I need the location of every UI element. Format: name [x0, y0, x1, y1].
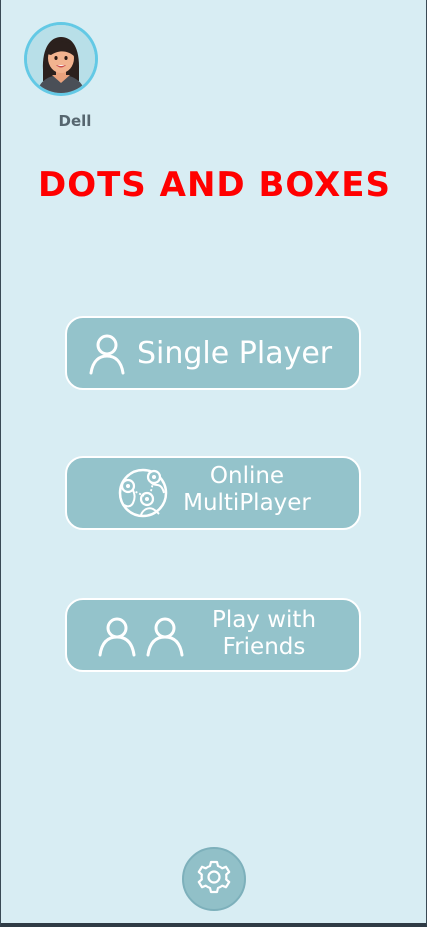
online-label-line1: Online	[209, 463, 285, 489]
single-player-label: Single Player	[137, 336, 333, 371]
play-with-friends-button[interactable]: Play with Friends	[65, 598, 361, 672]
two-people-icon	[95, 600, 191, 670]
online-multiplayer-button[interactable]: Online MultiPlayer	[65, 456, 361, 530]
gear-icon	[195, 858, 233, 900]
online-label-line2: MultiPlayer	[183, 490, 311, 517]
play-with-friends-label: Play with Friends	[201, 607, 327, 661]
username: Dell	[58, 112, 92, 130]
single-player-button[interactable]: Single Player	[65, 316, 361, 390]
globe-network-icon	[115, 458, 171, 528]
online-multiplayer-label: Online MultiPlayer	[177, 463, 317, 517]
game-title: DOTS AND BOXES	[37, 165, 391, 205]
game-screen: Dell DOTS AND BOXES Single Player Online…	[0, 0, 427, 927]
settings-button[interactable]	[182, 847, 246, 911]
friends-label-line2: Friends	[222, 634, 306, 661]
friends-label-line1: Play with	[211, 607, 317, 633]
girl-avatar-icon	[27, 25, 95, 93]
person-icon	[85, 318, 129, 388]
avatar-button[interactable]	[24, 22, 98, 96]
